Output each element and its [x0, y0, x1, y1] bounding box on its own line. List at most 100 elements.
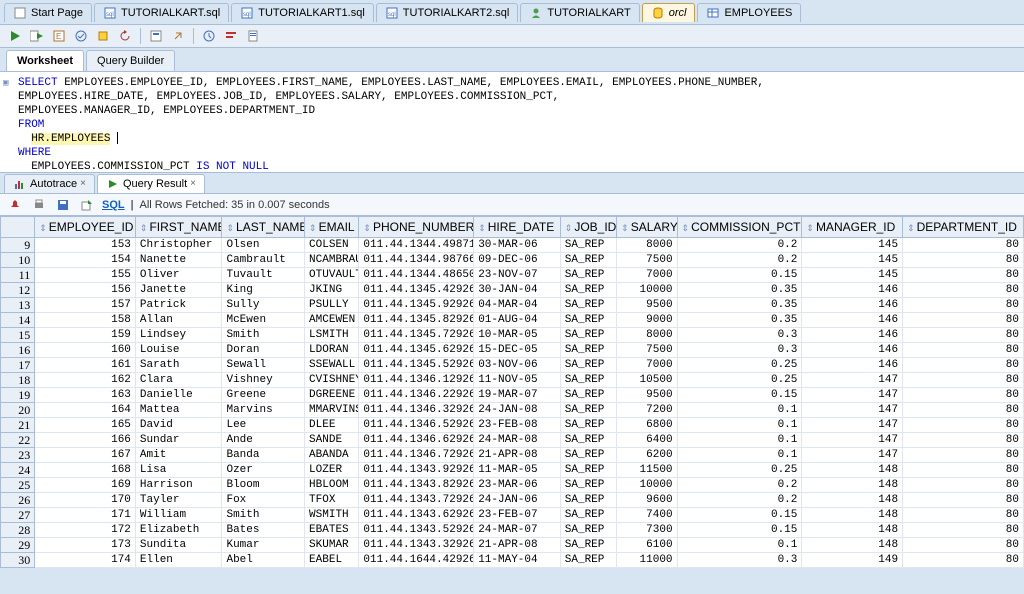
cell[interactable]: EABEL	[305, 553, 359, 568]
col-header[interactable]: ⇕FIRST_NAME	[135, 217, 222, 238]
cell[interactable]: 7400	[617, 508, 677, 523]
cell[interactable]: 23-MAR-06	[474, 478, 561, 493]
history-icon[interactable]	[200, 27, 218, 45]
cell[interactable]: 0.15	[677, 268, 802, 283]
cell[interactable]: SA_REP	[560, 523, 616, 538]
cell[interactable]: COLSEN	[305, 238, 359, 253]
cell[interactable]: 011.44.1343.629268	[359, 508, 474, 523]
table-row[interactable]: 28172ElizabethBatesEBATES011.44.1343.529…	[1, 523, 1024, 538]
cell[interactable]: 011.44.1346.629268	[359, 433, 474, 448]
table-row[interactable]: 20164MatteaMarvinsMMARVINS011.44.1346.32…	[1, 403, 1024, 418]
cell[interactable]: OTUVAULT	[305, 268, 359, 283]
cell[interactable]: 011.44.1343.529268	[359, 523, 474, 538]
cell[interactable]: SA_REP	[560, 508, 616, 523]
cell[interactable]: 149	[802, 553, 903, 568]
cell[interactable]: Amit	[135, 448, 222, 463]
row-number-cell[interactable]: 11	[1, 268, 35, 283]
cell[interactable]: 0.25	[677, 463, 802, 478]
cell[interactable]: Danielle	[135, 388, 222, 403]
cell[interactable]: 8000	[617, 328, 677, 343]
table-row[interactable]: 21165DavidLeeDLEE011.44.1346.52926823-FE…	[1, 418, 1024, 433]
cell[interactable]: Janette	[135, 283, 222, 298]
cell[interactable]: Sarath	[135, 358, 222, 373]
cell[interactable]: Elizabeth	[135, 523, 222, 538]
cell[interactable]: Doran	[222, 343, 305, 358]
cell[interactable]: 80	[903, 568, 1024, 569]
cell[interactable]: 8000	[617, 238, 677, 253]
run-icon[interactable]	[6, 27, 24, 45]
cell[interactable]: 11-MAY-04	[474, 553, 561, 568]
print-icon[interactable]	[30, 196, 48, 214]
cell[interactable]: LSMITH	[305, 328, 359, 343]
cell[interactable]: 15-DEC-05	[474, 343, 561, 358]
cell[interactable]: 011.44.1346.129268	[359, 373, 474, 388]
cell[interactable]: SSEWALL	[305, 358, 359, 373]
cell[interactable]: 30-MAR-06	[474, 238, 561, 253]
cell[interactable]: Ande	[222, 433, 305, 448]
cell[interactable]: 147	[802, 388, 903, 403]
cell[interactable]: 011.44.1346.529268	[359, 418, 474, 433]
cell[interactable]: 174	[35, 553, 136, 568]
table-row[interactable]: 13157PatrickSullyPSULLY011.44.1345.92926…	[1, 298, 1024, 313]
cell[interactable]: 80	[903, 493, 1024, 508]
cell[interactable]: AMCEWEN	[305, 313, 359, 328]
cell[interactable]: 21-APR-08	[474, 448, 561, 463]
row-number-cell[interactable]: 12	[1, 283, 35, 298]
cell[interactable]: 9500	[617, 388, 677, 403]
cell[interactable]: 159	[35, 328, 136, 343]
cell[interactable]: 80	[903, 418, 1024, 433]
cell[interactable]: SA_REP	[560, 313, 616, 328]
cell[interactable]: SA_REP	[560, 253, 616, 268]
row-number-cell[interactable]: 29	[1, 538, 35, 553]
save-icon[interactable]	[54, 196, 72, 214]
cell[interactable]: 166	[35, 433, 136, 448]
explain-icon[interactable]: E	[50, 27, 68, 45]
cell[interactable]: Smith	[222, 508, 305, 523]
cell[interactable]: 011.44.1346.729268	[359, 448, 474, 463]
cell[interactable]: 146	[802, 298, 903, 313]
cell[interactable]: 0.25	[677, 358, 802, 373]
table-row[interactable]: 16160LouiseDoranLDORAN011.44.1345.629268…	[1, 343, 1024, 358]
cell[interactable]: JKING	[305, 283, 359, 298]
cell[interactable]: 03-NOV-06	[474, 358, 561, 373]
cell[interactable]: 011.44.1345.429268	[359, 283, 474, 298]
table-row[interactable]: 30174EllenAbelEABEL011.44.1644.42926711-…	[1, 553, 1024, 568]
cell[interactable]: Clara	[135, 373, 222, 388]
cell[interactable]: 10-MAR-05	[474, 328, 561, 343]
cell[interactable]: Fox	[222, 493, 305, 508]
cell[interactable]: 011.44.1345.929268	[359, 298, 474, 313]
row-number-cell[interactable]: 21	[1, 418, 35, 433]
file-tab[interactable]: sqlTUTORIALKART2.sql	[376, 3, 519, 22]
col-header[interactable]: ⇕JOB_ID	[560, 217, 616, 238]
cell[interactable]: 19-MAR-07	[474, 388, 561, 403]
cell[interactable]: Ozer	[222, 463, 305, 478]
cell[interactable]: 165	[35, 418, 136, 433]
col-header[interactable]: ⇕EMAIL	[305, 217, 359, 238]
tab-query-result[interactable]: Query Result ×	[97, 174, 205, 193]
cell[interactable]: 154	[35, 253, 136, 268]
row-number-cell[interactable]: 25	[1, 478, 35, 493]
cell[interactable]: 146	[802, 313, 903, 328]
cell[interactable]: SA_REP	[560, 328, 616, 343]
cell[interactable]: 24-MAR-08	[474, 433, 561, 448]
table-row[interactable]: 31175AlyssaHuttonAHUTTON011.44.1644.4292…	[1, 568, 1024, 569]
cell[interactable]: 145	[802, 253, 903, 268]
cell[interactable]: 9600	[617, 493, 677, 508]
row-number-cell[interactable]: 26	[1, 493, 35, 508]
cell[interactable]: SKUMAR	[305, 538, 359, 553]
cell[interactable]: 80	[903, 343, 1024, 358]
cell[interactable]: DGREENE	[305, 388, 359, 403]
table-row[interactable]: 25169HarrisonBloomHBLOOM011.44.1343.8292…	[1, 478, 1024, 493]
file-tab[interactable]: EMPLOYEES	[697, 3, 801, 22]
tab-autotrace[interactable]: Autotrace ×	[4, 174, 95, 193]
cell[interactable]: AHUTTON	[305, 568, 359, 569]
row-number-cell[interactable]: 15	[1, 328, 35, 343]
cell[interactable]: Alyssa	[135, 568, 222, 569]
cell[interactable]: Allan	[135, 313, 222, 328]
cell[interactable]: 145	[802, 268, 903, 283]
cell[interactable]: 160	[35, 343, 136, 358]
cell[interactable]: SA_REP	[560, 463, 616, 478]
cell[interactable]: HBLOOM	[305, 478, 359, 493]
col-header[interactable]: ⇕COMMISSION_PCT	[677, 217, 802, 238]
cell[interactable]: 011.44.1344.498718	[359, 238, 474, 253]
